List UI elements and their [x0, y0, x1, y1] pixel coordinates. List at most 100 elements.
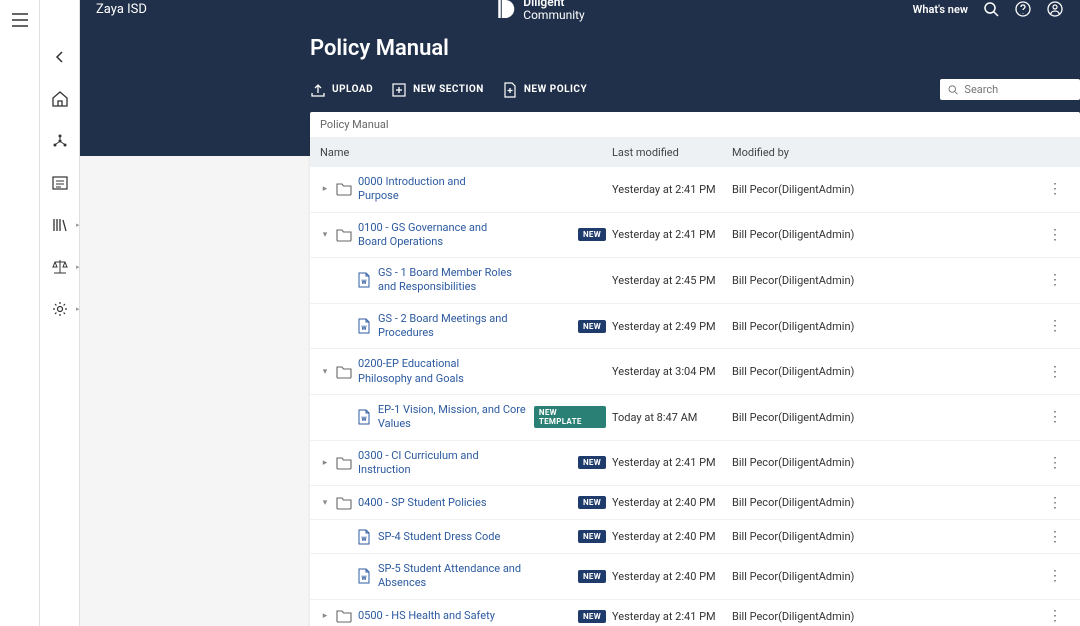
modified-cell: Yesterday at 2:41 PM — [612, 228, 732, 241]
chevron-right-icon[interactable]: ▸ — [320, 611, 330, 621]
row-menu-icon[interactable]: ⋮ — [1040, 495, 1070, 511]
modified-cell: Yesterday at 2:41 PM — [612, 183, 732, 196]
modified-by-cell: Bill Pecor(DiligentAdmin) — [732, 570, 1040, 583]
item-name-link[interactable]: 0200-EP Educational Philosophy and Goals — [358, 357, 508, 386]
new-policy-label: NEW POLICY — [524, 84, 587, 95]
sidebar-list-icon[interactable] — [48, 171, 72, 195]
modified-cell: Yesterday at 2:45 PM — [612, 274, 732, 287]
chevron-right-icon[interactable]: ▸ — [320, 458, 330, 468]
diligent-logo-icon — [495, 0, 517, 20]
row-menu-icon[interactable]: ⋮ — [1040, 227, 1070, 243]
topbar: Zaya ISD Diligent Community What's new — [80, 0, 1080, 18]
folder-icon — [336, 227, 352, 243]
new-badge: NEW — [578, 228, 606, 241]
column-by[interactable]: Modified by — [732, 146, 1040, 159]
table-row: ▸ 0300 - CI Curriculum and Instruction NEW… — [310, 441, 1080, 487]
item-name-link[interactable]: 0500 - HS Health and Safety — [358, 609, 495, 623]
table-row: ▸WSP-4 Student Dress CodeNEWYesterday at… — [310, 520, 1080, 554]
item-name-link[interactable]: 0100 - GS Governance and Board Operation… — [358, 221, 508, 250]
row-menu-icon[interactable]: ⋮ — [1040, 272, 1070, 288]
policy-panel: Policy Manual Name Last modified Modifie… — [310, 112, 1080, 626]
folder-icon — [336, 364, 352, 380]
table-header: Name Last modified Modified by — [310, 138, 1080, 167]
column-name[interactable]: Name — [320, 146, 612, 159]
hamburger-menu-button[interactable] — [8, 8, 32, 35]
sidebar-nodes-icon[interactable] — [48, 129, 72, 153]
item-name-link[interactable]: GS - 1 Board Member Roles and Responsibi… — [378, 266, 528, 295]
upload-button[interactable]: UPLOAD — [310, 82, 373, 98]
brand-line2: Community — [523, 9, 584, 22]
chevron-right-icon: ▸ — [76, 221, 80, 229]
new-badge: NEW — [578, 610, 606, 623]
brand-logo[interactable]: Diligent Community — [495, 0, 584, 22]
item-name-link[interactable]: EP-1 Vision, Mission, and Core Values — [378, 403, 528, 432]
org-name: Zaya ISD — [96, 2, 147, 17]
sidebar-home-icon[interactable] — [48, 87, 72, 111]
sidebar-gear-icon[interactable]: ▸ — [48, 297, 72, 321]
modified-by-cell: Bill Pecor(DiligentAdmin) — [732, 496, 1040, 509]
chevron-down-icon[interactable]: ▾ — [320, 367, 330, 377]
row-menu-icon[interactable]: ⋮ — [1040, 568, 1070, 584]
new-badge: NEW — [578, 530, 606, 543]
row-menu-icon[interactable]: ⋮ — [1040, 455, 1070, 471]
table-row: ▸WEP-1 Vision, Mission, and Core ValuesN… — [310, 395, 1080, 441]
modified-cell: Yesterday at 3:04 PM — [612, 365, 732, 378]
hamburger-column — [0, 0, 40, 626]
table-row: ▸WGS - 1 Board Member Roles and Responsi… — [310, 258, 1080, 304]
new-policy-button[interactable]: NEW POLICY — [502, 82, 587, 98]
folder-icon — [336, 608, 352, 624]
breadcrumb[interactable]: Policy Manual — [310, 112, 1080, 138]
sidebar-scales-icon[interactable]: ▸ — [48, 255, 72, 279]
chevron-down-icon[interactable]: ▾ — [320, 230, 330, 240]
page-title: Policy Manual — [310, 36, 1080, 61]
search-box[interactable] — [940, 79, 1080, 100]
folder-icon — [336, 495, 352, 511]
chevron-right-icon: ▸ — [76, 263, 80, 271]
search-icon[interactable] — [982, 0, 1000, 18]
new-badge: NEW — [578, 456, 606, 469]
row-menu-icon[interactable]: ⋮ — [1040, 364, 1070, 380]
document-icon: W — [356, 318, 372, 334]
new-badge: NEW — [578, 496, 606, 509]
upload-label: UPLOAD — [332, 84, 373, 95]
item-name-link[interactable]: SP-5 Student Attendance and Absences — [378, 562, 528, 591]
row-menu-icon[interactable]: ⋮ — [1040, 181, 1070, 197]
row-menu-icon[interactable]: ⋮ — [1040, 608, 1070, 624]
row-menu-icon[interactable]: ⋮ — [1040, 409, 1070, 425]
modified-cell: Yesterday at 2:41 PM — [612, 610, 732, 623]
new-section-button[interactable]: NEW SECTION — [391, 82, 484, 98]
table-row: ▾ 0200-EP Educational Philosophy and Goal… — [310, 349, 1080, 395]
item-name-link[interactable]: 0000 Introduction and Purpose — [358, 175, 508, 204]
modified-by-cell: Bill Pecor(DiligentAdmin) — [732, 274, 1040, 287]
item-name-link[interactable]: GS - 2 Board Meetings and Procedures — [378, 312, 528, 341]
item-name-link[interactable]: 0300 - CI Curriculum and Instruction — [358, 449, 508, 478]
sidebar-nav: ▸ ▸ ▸ — [40, 0, 80, 626]
sidebar-back-icon[interactable] — [48, 45, 72, 69]
search-input[interactable] — [964, 83, 1072, 96]
row-menu-icon[interactable]: ⋮ — [1040, 529, 1070, 545]
modified-by-cell: Bill Pecor(DiligentAdmin) — [732, 365, 1040, 378]
chevron-right-icon[interactable]: ▸ — [320, 184, 330, 194]
modified-by-cell: Bill Pecor(DiligentAdmin) — [732, 183, 1040, 196]
modified-cell: Yesterday at 2:40 PM — [612, 496, 732, 509]
modified-by-cell: Bill Pecor(DiligentAdmin) — [732, 456, 1040, 469]
item-name-link[interactable]: SP-4 Student Dress Code — [378, 530, 500, 544]
new-template-badge: NEW TEMPLATE — [534, 406, 606, 428]
svg-text:W: W — [361, 416, 367, 423]
row-menu-icon[interactable]: ⋮ — [1040, 318, 1070, 334]
item-name-link[interactable]: 0400 - SP Student Policies — [358, 496, 487, 510]
modified-cell: Yesterday at 2:40 PM — [612, 570, 732, 583]
column-modified[interactable]: Last modified — [612, 146, 732, 159]
chevron-down-icon[interactable]: ▾ — [320, 498, 330, 508]
modified-cell: Today at 8:47 AM — [612, 411, 732, 424]
svg-text:W: W — [361, 325, 367, 332]
sidebar-library-icon[interactable]: ▸ — [48, 213, 72, 237]
whats-new-link[interactable]: What's new — [913, 3, 968, 16]
modified-by-cell: Bill Pecor(DiligentAdmin) — [732, 411, 1040, 424]
svg-text:W: W — [361, 279, 367, 286]
modified-cell: Yesterday at 2:49 PM — [612, 320, 732, 333]
help-icon[interactable] — [1014, 0, 1032, 18]
table-row: ▸ 0500 - HS Health and Safety NEW Yesterday… — [310, 600, 1080, 626]
user-icon[interactable] — [1046, 0, 1064, 18]
new-badge: NEW — [578, 570, 606, 583]
